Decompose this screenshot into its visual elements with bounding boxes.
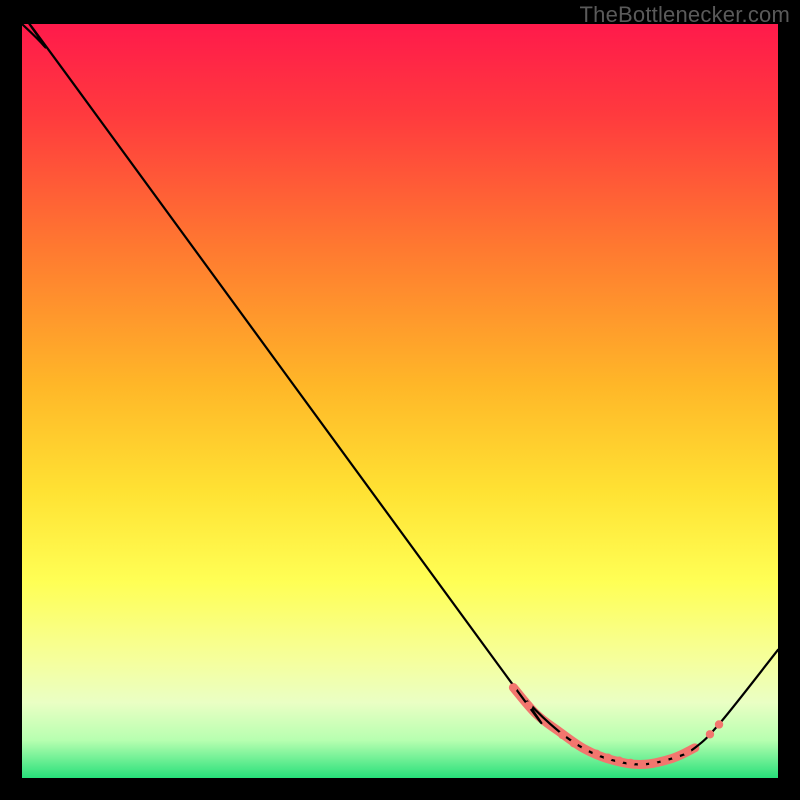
chart-frame: TheBottlenecker.com (0, 0, 800, 800)
plot-area (22, 24, 778, 778)
chart-svg (22, 24, 778, 778)
gradient-background (22, 24, 778, 778)
watermark-text: TheBottlenecker.com (580, 2, 790, 28)
